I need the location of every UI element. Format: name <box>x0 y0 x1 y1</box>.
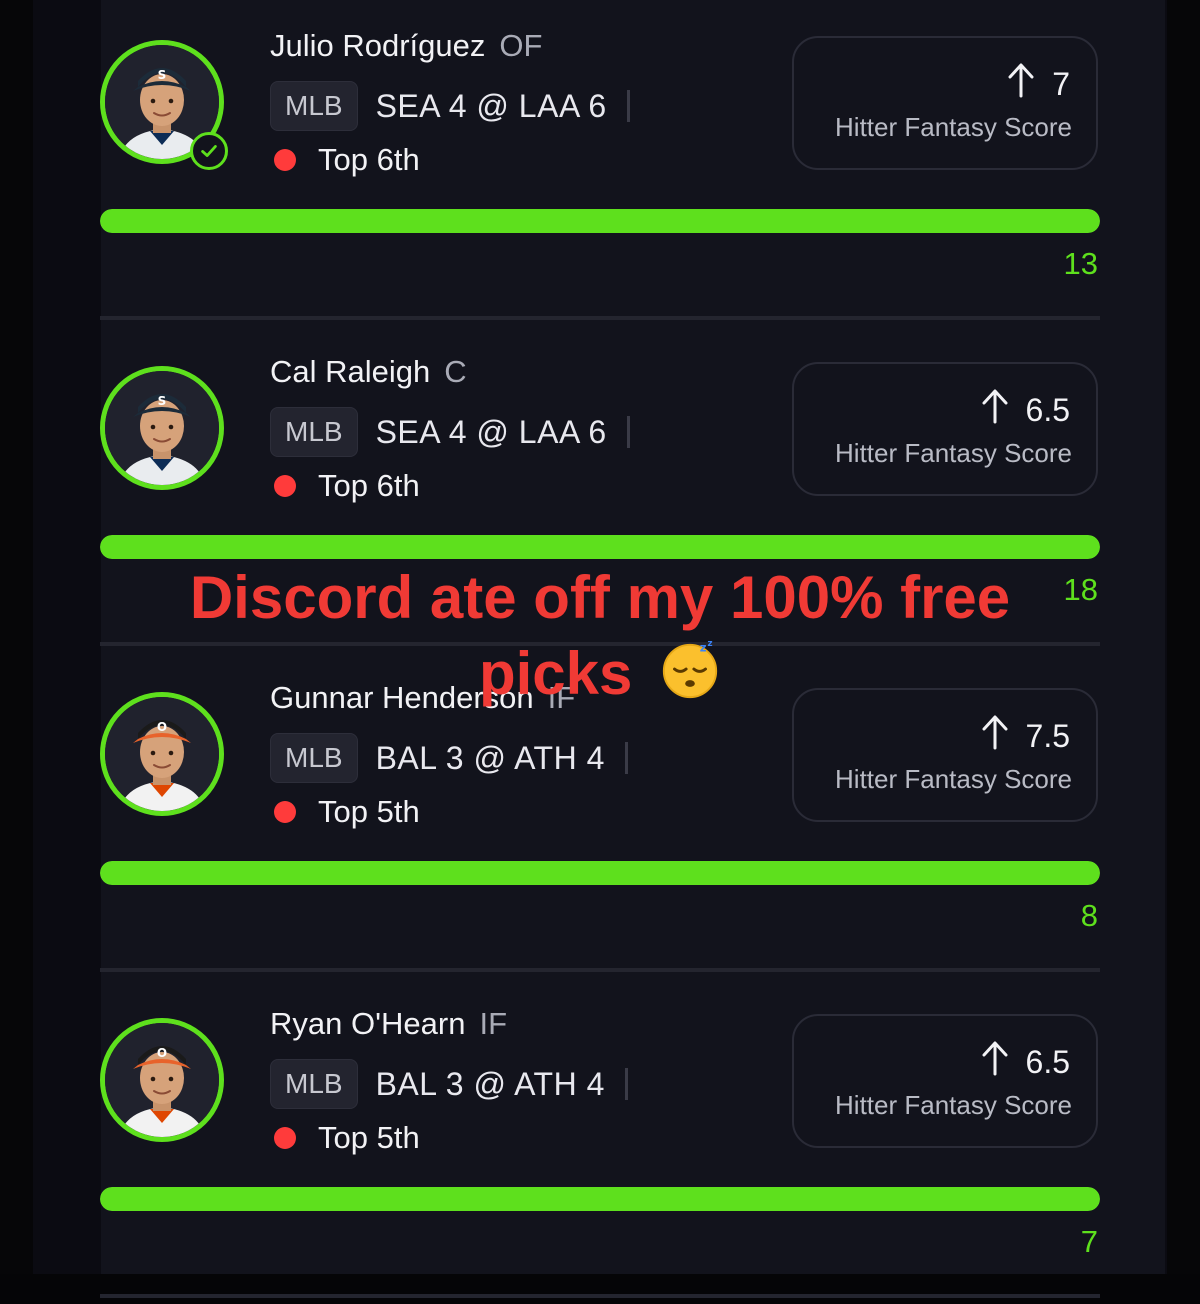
arrow-up-icon <box>1006 61 1036 107</box>
divider-bar <box>626 90 630 122</box>
game-inning: Top 6th <box>318 142 420 177</box>
progress-fill <box>100 209 1100 233</box>
progress-bar <box>100 535 1100 559</box>
player-name[interactable]: Ryan O'Hearn <box>270 1006 465 1042</box>
league-badge: MLB <box>270 81 358 131</box>
svg-text:z: z <box>700 641 707 655</box>
league-badge: MLB <box>270 407 358 457</box>
arrow-up-icon <box>980 713 1010 759</box>
live-indicator-icon <box>274 801 296 823</box>
actual-score: 8 <box>1080 898 1098 933</box>
progress-fill <box>100 861 1100 885</box>
game-row: MLB SEA 4 @ LAA 6 <box>270 406 630 458</box>
sleeping-face-emoji-icon: z z <box>659 638 721 700</box>
game-status-row: Top 6th <box>274 464 420 508</box>
projection-line-row: 7.5 <box>980 713 1070 759</box>
card-divider <box>100 316 1100 320</box>
projection-box[interactable]: 6.5 Hitter Fantasy Score <box>792 1014 1098 1148</box>
game-row: MLB BAL 3 @ ATH 4 <box>270 732 628 784</box>
game-row: MLB BAL 3 @ ATH 4 <box>270 1058 628 1110</box>
game-row: MLB SEA 4 @ LAA 6 <box>270 80 630 132</box>
player-name-row: Julio Rodríguez OF <box>270 28 542 68</box>
progress-bar <box>100 861 1100 885</box>
svg-text:O: O <box>157 1046 167 1060</box>
caption-overlay: Discord ate off my 100% free picks z z <box>0 560 1200 712</box>
divider-bar <box>624 742 628 774</box>
svg-text:O: O <box>157 720 167 734</box>
svg-text:S: S <box>158 394 167 408</box>
player-headshot: O <box>100 1018 224 1142</box>
progress-fill <box>100 535 1100 559</box>
game-status-row: Top 6th <box>274 138 420 182</box>
league-badge: MLB <box>270 733 358 783</box>
actual-score: 13 <box>1063 246 1098 281</box>
screen: S Julio Rodríguez OF MLB SEA 4 @ LAA 6 T… <box>0 0 1200 1298</box>
check-icon <box>190 132 228 170</box>
player-name-row: Ryan O'Hearn IF <box>270 1006 507 1046</box>
game-inning: Top 5th <box>318 1120 420 1155</box>
progress-bar <box>100 1187 1100 1211</box>
projection-line-row: 6.5 <box>980 1039 1070 1085</box>
game-score: BAL 3 @ ATH 4 <box>375 1065 605 1102</box>
actual-score: 7 <box>1080 1224 1098 1259</box>
live-indicator-icon <box>274 149 296 171</box>
player-name-row: Cal Raleigh C <box>270 354 467 394</box>
pick-card[interactable]: S Julio Rodríguez OF MLB SEA 4 @ LAA 6 T… <box>100 0 1100 326</box>
divider-bar <box>626 416 630 448</box>
stat-type: Hitter Fantasy Score <box>835 112 1072 142</box>
projection-line: 6.5 <box>1025 1043 1070 1080</box>
player-position: C <box>444 354 467 389</box>
projection-box[interactable]: 7 Hitter Fantasy Score <box>792 36 1098 170</box>
arrow-up-icon <box>980 1039 1010 1085</box>
projection-line: 6.5 <box>1025 391 1070 428</box>
league-badge: MLB <box>270 1059 358 1109</box>
game-status-row: Top 5th <box>274 790 420 834</box>
stat-type: Hitter Fantasy Score <box>835 438 1072 468</box>
stat-type: Hitter Fantasy Score <box>835 1090 1072 1120</box>
projection-line-row: 6.5 <box>980 387 1070 433</box>
player-headshot: S <box>100 366 224 490</box>
pick-card[interactable]: O Ryan O'Hearn IF MLB BAL 3 @ ATH 4 Top … <box>100 978 1100 1304</box>
player-position: IF <box>479 1006 508 1041</box>
progress-bar <box>100 209 1100 233</box>
svg-text:z: z <box>707 639 712 649</box>
caption-line-1: Discord ate off my 100% free <box>189 564 1011 631</box>
live-indicator-icon <box>274 1127 296 1149</box>
card-divider <box>100 1294 1100 1298</box>
game-score: SEA 4 @ LAA 6 <box>375 87 607 124</box>
game-score: BAL 3 @ ATH 4 <box>375 739 605 776</box>
svg-text:S: S <box>158 68 167 82</box>
projection-line: 7.5 <box>1025 717 1070 754</box>
player-name[interactable]: Julio Rodríguez <box>270 28 485 64</box>
progress-fill <box>100 1187 1100 1211</box>
game-score: SEA 4 @ LAA 6 <box>375 413 607 450</box>
caption-line-2-text: picks <box>478 640 633 707</box>
player-name[interactable]: Cal Raleigh <box>270 354 430 390</box>
game-inning: Top 5th <box>318 794 420 829</box>
player-position: OF <box>499 28 543 63</box>
projection-box[interactable]: 6.5 Hitter Fantasy Score <box>792 362 1098 496</box>
projection-line-row: 7 <box>1006 61 1070 107</box>
caption-line-2: picks z z <box>0 636 1200 712</box>
game-inning: Top 6th <box>318 468 420 503</box>
arrow-up-icon <box>980 387 1010 433</box>
game-status-row: Top 5th <box>274 1116 420 1160</box>
divider-bar <box>624 1068 628 1100</box>
card-divider <box>100 968 1100 972</box>
stat-type: Hitter Fantasy Score <box>835 764 1072 794</box>
projection-line: 7 <box>1052 65 1070 102</box>
live-indicator-icon <box>274 475 296 497</box>
